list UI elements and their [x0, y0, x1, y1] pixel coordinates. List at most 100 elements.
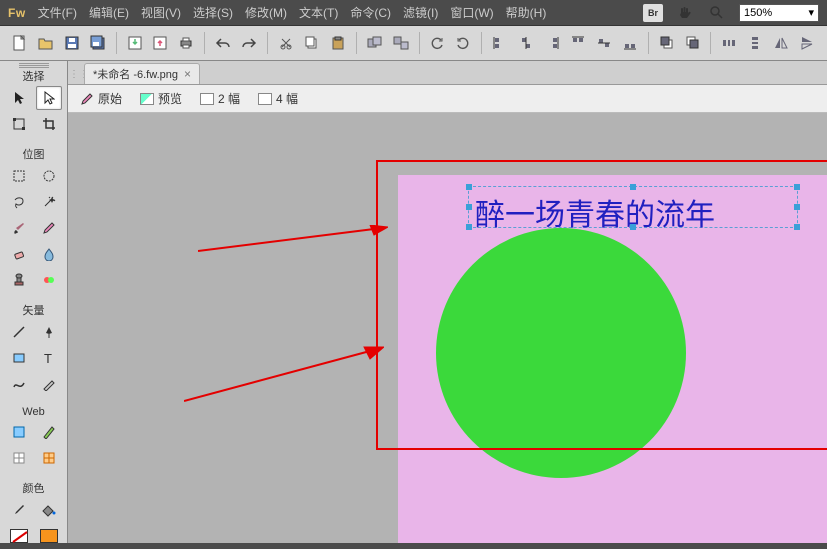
- menu-modify[interactable]: 修改(M): [245, 4, 287, 21]
- menu-edit[interactable]: 编辑(E): [89, 4, 129, 21]
- handle-br[interactable]: [794, 224, 800, 230]
- pointer-tool[interactable]: [6, 86, 32, 110]
- brush-tool[interactable]: [6, 216, 32, 240]
- rectangle-tool[interactable]: [6, 346, 32, 370]
- menu-help[interactable]: 帮助(H): [506, 4, 547, 21]
- print-button[interactable]: [176, 32, 196, 54]
- handle-ml[interactable]: [466, 204, 472, 210]
- view-4up-button[interactable]: 4 幅: [254, 88, 302, 109]
- four-up-icon: [258, 93, 272, 105]
- handle-bl[interactable]: [466, 224, 472, 230]
- document-tabstrip: ⋮⋮ *未命名 -6.fw.png ×: [68, 61, 827, 85]
- hide-slices-button[interactable]: [6, 446, 32, 470]
- distribute-v-button[interactable]: [745, 32, 765, 54]
- redo-button[interactable]: [239, 32, 259, 54]
- toolbar-separator: [356, 32, 357, 54]
- handle-mb[interactable]: [630, 224, 636, 230]
- pencil-tool[interactable]: [36, 216, 62, 240]
- undo-button[interactable]: [213, 32, 233, 54]
- flip-h-button[interactable]: [771, 32, 791, 54]
- export-button[interactable]: [151, 32, 171, 54]
- menu-window[interactable]: 窗口(W): [450, 4, 493, 21]
- view-preview-button[interactable]: 预览: [136, 88, 186, 109]
- eraser-tool[interactable]: [6, 242, 32, 266]
- handle-mr[interactable]: [794, 204, 800, 210]
- magic-wand-tool[interactable]: [36, 190, 62, 214]
- view-preview-label: 预览: [158, 90, 182, 107]
- scale-tool[interactable]: [6, 112, 32, 136]
- save-all-button[interactable]: [88, 32, 108, 54]
- paste-button[interactable]: [328, 32, 348, 54]
- align-left-button[interactable]: [490, 32, 510, 54]
- menu-filter[interactable]: 滤镜(I): [403, 4, 438, 21]
- knife-tool[interactable]: [36, 372, 62, 396]
- crop-tool[interactable]: [36, 112, 62, 136]
- marquee-tool[interactable]: [6, 164, 32, 188]
- import-button[interactable]: [125, 32, 145, 54]
- tabstrip-handle[interactable]: ⋮⋮: [74, 64, 84, 84]
- rotate-ccw-button[interactable]: [427, 32, 447, 54]
- handle-mt[interactable]: [630, 184, 636, 190]
- canvas-area[interactable]: 醉一场青春的流年: [68, 113, 827, 543]
- view-4up-label: 4 幅: [276, 90, 298, 107]
- paint-bucket-tool[interactable]: [36, 498, 62, 522]
- send-back-button[interactable]: [683, 32, 703, 54]
- align-top-button[interactable]: [568, 32, 588, 54]
- freeform-tool[interactable]: [6, 372, 32, 396]
- bridge-icon[interactable]: Br: [643, 4, 663, 22]
- new-file-button[interactable]: [10, 32, 30, 54]
- fill-color[interactable]: [36, 524, 62, 548]
- menu-select[interactable]: 选择(S): [193, 4, 233, 21]
- show-slices-button[interactable]: [36, 446, 62, 470]
- text-object[interactable]: 醉一场青春的流年: [468, 186, 798, 228]
- flip-v-button[interactable]: [797, 32, 817, 54]
- ungroup-button[interactable]: [391, 32, 411, 54]
- align-bottom-button[interactable]: [620, 32, 640, 54]
- replace-color-tool[interactable]: [36, 268, 62, 292]
- oval-marquee-tool[interactable]: [36, 164, 62, 188]
- align-center-v-button[interactable]: [516, 32, 536, 54]
- handle-tr[interactable]: [794, 184, 800, 190]
- rubber-stamp-tool[interactable]: [6, 268, 32, 292]
- view-2up-button[interactable]: 2 幅: [196, 88, 244, 109]
- document-tab[interactable]: *未命名 -6.fw.png ×: [84, 63, 200, 84]
- search-icon[interactable]: [707, 4, 727, 22]
- toolbar-separator: [481, 32, 482, 54]
- lasso-tool[interactable]: [6, 190, 32, 214]
- eyedropper-tool[interactable]: [6, 498, 32, 522]
- close-tab-button[interactable]: ×: [184, 67, 191, 81]
- toolbar-separator: [419, 32, 420, 54]
- zoom-field[interactable]: 150% ▾: [739, 4, 819, 22]
- view-original-button[interactable]: 原始: [76, 88, 126, 109]
- handle-tl[interactable]: [466, 184, 472, 190]
- rotate-cw-button[interactable]: [453, 32, 473, 54]
- open-button[interactable]: [36, 32, 56, 54]
- stroke-color[interactable]: [6, 524, 32, 548]
- hotspot-tool[interactable]: [6, 420, 32, 444]
- menu-file[interactable]: 文件(F): [38, 4, 77, 21]
- pen-tool[interactable]: [36, 320, 62, 344]
- menu-view[interactable]: 视图(V): [141, 4, 181, 21]
- menu-text[interactable]: 文本(T): [299, 4, 338, 21]
- blur-tool[interactable]: [36, 242, 62, 266]
- cut-button[interactable]: [276, 32, 296, 54]
- hand-icon[interactable]: [675, 4, 695, 22]
- bring-front-button[interactable]: [657, 32, 677, 54]
- slice-tool[interactable]: [36, 420, 62, 444]
- save-button[interactable]: [62, 32, 82, 54]
- align-center-h-button[interactable]: [594, 32, 614, 54]
- menu-command[interactable]: 命令(C): [350, 4, 391, 21]
- two-up-icon: [200, 93, 214, 105]
- line-tool[interactable]: [6, 320, 32, 344]
- sidebar-handle[interactable]: [4, 63, 64, 64]
- section-select: 选择: [23, 68, 45, 84]
- pencil-icon: [80, 92, 94, 106]
- copy-button[interactable]: [302, 32, 322, 54]
- svg-text:T: T: [44, 351, 52, 365]
- subselection-tool[interactable]: [36, 86, 62, 110]
- distribute-h-button[interactable]: [719, 32, 739, 54]
- content-area: 选择 位图 矢量 T: [0, 61, 827, 543]
- align-right-button[interactable]: [542, 32, 562, 54]
- text-tool[interactable]: T: [36, 346, 62, 370]
- group-button[interactable]: [365, 32, 385, 54]
